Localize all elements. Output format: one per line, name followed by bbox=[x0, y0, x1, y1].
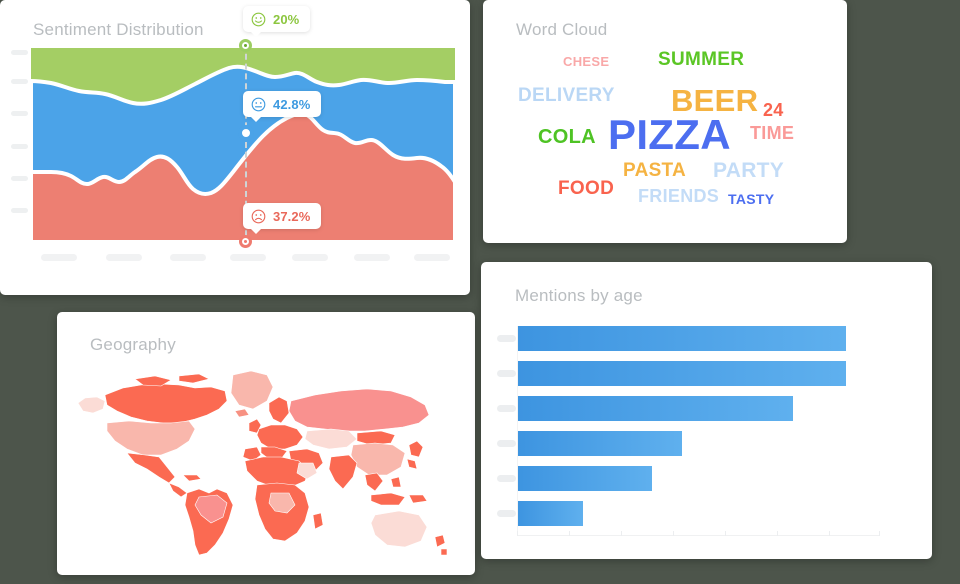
bar-category-label-placeholder bbox=[497, 335, 516, 342]
negative-series-marker[interactable] bbox=[239, 235, 252, 248]
bar[interactable] bbox=[517, 396, 794, 421]
sentiment-distribution-card: Sentiment Distribution 20% 42.8% 37.2% bbox=[0, 0, 470, 295]
bar-category-label-placeholder bbox=[497, 475, 516, 482]
bar-category-label-placeholder bbox=[497, 370, 516, 377]
y-axis-tick-placeholder bbox=[11, 79, 28, 84]
word-cloud-term[interactable]: CHESE bbox=[563, 55, 609, 68]
bar-chart-x-axis bbox=[517, 535, 879, 536]
word-cloud-term[interactable]: TIME bbox=[750, 124, 794, 142]
x-axis-tick-placeholder bbox=[292, 254, 328, 261]
y-axis-tick-placeholder bbox=[11, 208, 28, 213]
x-axis-tick-placeholder bbox=[170, 254, 206, 261]
neutral-series-marker[interactable] bbox=[238, 125, 254, 141]
x-axis-tick bbox=[777, 531, 778, 536]
x-axis-tick bbox=[517, 531, 518, 536]
x-axis-tick-placeholder bbox=[106, 254, 142, 261]
smiley-neutral-icon bbox=[251, 97, 266, 111]
bar-category-label-placeholder bbox=[497, 510, 516, 517]
negative-sentiment-tooltip: 37.2% bbox=[243, 203, 322, 234]
bar-category-label-placeholder bbox=[497, 405, 516, 412]
positive-sentiment-tooltip: 20% bbox=[243, 6, 311, 37]
mentions-bar-chart bbox=[481, 262, 932, 559]
page-title: Sentiment Distribution bbox=[33, 20, 204, 39]
geography-title: Geography bbox=[90, 335, 176, 354]
x-axis-tick-placeholder bbox=[230, 254, 266, 261]
world-choropleth-map bbox=[75, 357, 459, 562]
word-cloud-term[interactable]: PARTY bbox=[713, 160, 784, 181]
word-cloud-term[interactable]: PIZZA bbox=[608, 114, 731, 156]
neutral-sentiment-value: 42.8% bbox=[273, 96, 311, 112]
word-cloud-term[interactable]: PASTA bbox=[623, 161, 686, 180]
bar-chart-y-axis bbox=[517, 326, 518, 535]
x-axis-tick-placeholder bbox=[414, 254, 450, 261]
word-cloud-term[interactable]: DELIVERY bbox=[518, 86, 615, 105]
word-cloud-term[interactable]: FRIENDS bbox=[638, 187, 719, 205]
smiley-sad-icon bbox=[251, 209, 266, 223]
bar[interactable] bbox=[517, 326, 847, 351]
y-axis-tick-placeholder bbox=[11, 50, 28, 55]
mentions-by-age-card: Mentions by age bbox=[481, 262, 932, 559]
neutral-sentiment-tooltip: 42.8% bbox=[243, 91, 322, 122]
y-axis-tick-placeholder bbox=[11, 144, 28, 149]
word-cloud-card: Word Cloud CHESE SUMMER DELIVERY BEER 24 COLA… bbox=[483, 0, 847, 243]
bar[interactable] bbox=[517, 466, 652, 491]
x-axis-tick bbox=[673, 531, 674, 536]
y-axis-tick-placeholder bbox=[11, 176, 28, 181]
bar[interactable] bbox=[517, 501, 583, 526]
bar[interactable] bbox=[517, 361, 847, 386]
x-axis-tick-placeholder bbox=[41, 254, 77, 261]
bar-category-label-placeholder bbox=[497, 440, 516, 447]
x-axis-tick bbox=[879, 531, 880, 536]
x-axis-tick-placeholder bbox=[354, 254, 390, 261]
x-axis-tick bbox=[725, 531, 726, 536]
x-axis-tick bbox=[829, 531, 830, 536]
positive-series-marker[interactable] bbox=[239, 39, 252, 52]
geography-card: Geography bbox=[57, 312, 475, 575]
word-cloud-term[interactable]: COLA bbox=[538, 127, 596, 147]
word-cloud-term[interactable]: TASTY bbox=[728, 192, 774, 206]
word-cloud-term[interactable]: SUMMER bbox=[658, 50, 744, 69]
word-cloud-term[interactable]: 24 bbox=[763, 101, 784, 119]
word-cloud-term[interactable]: FOOD bbox=[558, 179, 614, 198]
smiley-happy-icon bbox=[251, 12, 266, 26]
word-cloud: CHESE SUMMER DELIVERY BEER 24 COLA PIZZA TIME PA… bbox=[483, 0, 847, 243]
x-axis-tick bbox=[569, 531, 570, 536]
positive-sentiment-value: 20% bbox=[273, 11, 300, 27]
negative-sentiment-value: 37.2% bbox=[273, 208, 311, 224]
x-axis-tick bbox=[621, 531, 622, 536]
bar[interactable] bbox=[517, 431, 682, 456]
